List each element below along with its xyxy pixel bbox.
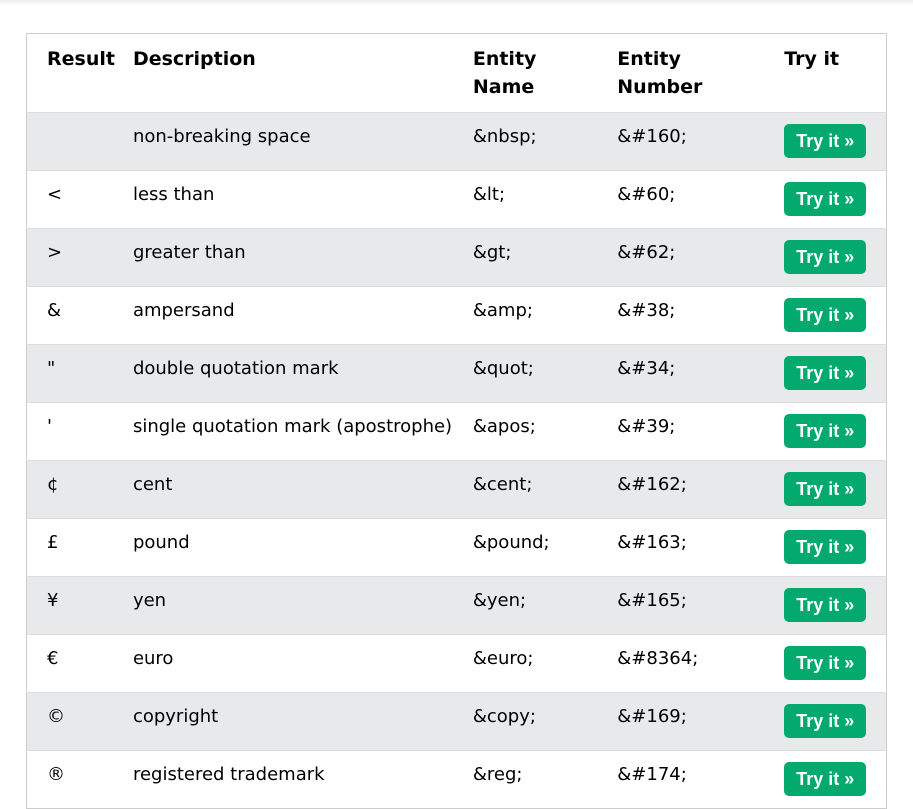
header-description: Description [124,33,465,113]
table-row: non-breaking space &nbsp; &#160; Try it » [26,112,887,171]
result-cell: £ [26,518,125,577]
entity-name-cell: &amp; [464,286,610,345]
table-row: £ pound &pound; &#163; Try it » [26,518,887,577]
table-row: ¥ yen &yen; &#165; Try it » [26,576,887,635]
description-cell: yen [124,576,465,635]
description-cell: single quotation mark (apostrophe) [124,402,465,461]
try-it-cell: Try it » [776,402,887,461]
entity-name-cell: &cent; [464,460,610,519]
try-it-cell: Try it » [776,634,887,693]
result-cell: " [26,344,125,403]
try-it-cell: Try it » [776,576,887,635]
try-it-button[interactable]: Try it » [784,472,867,506]
try-it-cell: Try it » [776,692,887,751]
description-cell: ampersand [124,286,465,345]
entity-name-cell: &yen; [464,576,610,635]
try-it-cell: Try it » [776,344,887,403]
try-it-button[interactable]: Try it » [784,414,867,448]
try-it-button[interactable]: Try it » [784,704,867,738]
try-it-button[interactable]: Try it » [784,298,867,332]
entity-number-cell: &#163; [609,518,777,577]
description-cell: non-breaking space [124,112,465,171]
try-it-cell: Try it » [776,518,887,577]
description-cell: registered trademark [124,750,465,809]
try-it-button[interactable]: Try it » [784,646,867,680]
entity-number-cell: &#60; [609,170,777,229]
table-row: " double quotation mark &quot; &#34; Try it … [26,344,887,403]
table-header-row: Result Description Entity Name Entity Numb… [26,33,887,113]
description-cell: cent [124,460,465,519]
header-entity-name: Entity Name [464,33,610,113]
header-entity-name-line2: Name [472,76,535,98]
header-entity-number: Entity Number [609,33,777,113]
result-cell: & [26,286,125,345]
header-result: Result [26,33,125,113]
result-cell: © [26,692,125,751]
table-row: © copyright &copy; &#169; Try it » [26,692,887,751]
entity-name-cell: &nbsp; [464,112,610,171]
entity-number-cell: &#38; [609,286,777,345]
result-cell: < [26,170,125,229]
result-cell: ' [26,402,125,461]
entity-name-cell: &lt; [464,170,610,229]
entity-number-cell: &#34; [609,344,777,403]
entity-number-cell: &#162; [609,460,777,519]
description-cell: copyright [124,692,465,751]
result-cell: ® [26,750,125,809]
result-cell [26,112,125,171]
try-it-cell: Try it » [776,228,887,287]
result-cell: € [26,634,125,693]
result-cell: > [26,228,125,287]
table-row: > greater than &gt; &#62; Try it » [26,228,887,287]
entity-name-cell: &apos; [464,402,610,461]
entity-number-cell: &#8364; [609,634,777,693]
entity-number-cell: &#62; [609,228,777,287]
table-row: < less than &lt; &#60; Try it » [26,170,887,229]
entity-number-cell: &#165; [609,576,777,635]
try-it-button[interactable]: Try it » [784,762,867,796]
entity-name-cell: &euro; [464,634,610,693]
try-it-button[interactable]: Try it » [784,356,867,390]
header-entity-name-line1: Entity [472,48,537,70]
entity-number-cell: &#174; [609,750,777,809]
entity-name-cell: &gt; [464,228,610,287]
try-it-cell: Try it » [776,286,887,345]
try-it-button[interactable]: Try it » [784,530,867,564]
result-cell: ¥ [26,576,125,635]
result-cell: ¢ [26,460,125,519]
table-row: & ampersand &amp; &#38; Try it » [26,286,887,345]
description-cell: euro [124,634,465,693]
table-row: ' single quotation mark (apostrophe) &apos… [26,402,887,461]
entities-table: Result Description Entity Name Entity Numb… [26,33,887,809]
description-cell: pound [124,518,465,577]
try-it-button[interactable]: Try it » [784,240,867,274]
entity-name-cell: &quot; [464,344,610,403]
description-cell: less than [124,170,465,229]
entity-number-cell: &#39; [609,402,777,461]
try-it-button[interactable]: Try it » [784,588,867,622]
entity-number-cell: &#160; [609,112,777,171]
try-it-button[interactable]: Try it » [784,182,867,216]
table-row: ¢ cent &cent; &#162; Try it » [26,460,887,519]
try-it-cell: Try it » [776,112,887,171]
top-shadow [0,0,913,6]
entity-name-cell: &copy; [464,692,610,751]
description-cell: double quotation mark [124,344,465,403]
header-entity-number-line1: Entity [617,48,681,70]
table-body: non-breaking space &nbsp; &#160; Try it » < l… [26,112,887,809]
try-it-cell: Try it » [776,170,887,229]
entity-number-cell: &#169; [609,692,777,751]
try-it-button[interactable]: Try it » [784,124,867,158]
entity-name-cell: &reg; [464,750,610,809]
try-it-cell: Try it » [776,460,887,519]
try-it-cell: Try it » [776,750,887,809]
header-entity-number-line2: Number [617,76,703,98]
table-row: ® registered trademark &reg; &#174; Try it » [26,750,887,809]
entity-name-cell: &pound; [464,518,610,577]
description-cell: greater than [124,228,465,287]
table-row: € euro &euro; &#8364; Try it » [26,634,887,693]
header-try-it: Try it [776,33,887,113]
